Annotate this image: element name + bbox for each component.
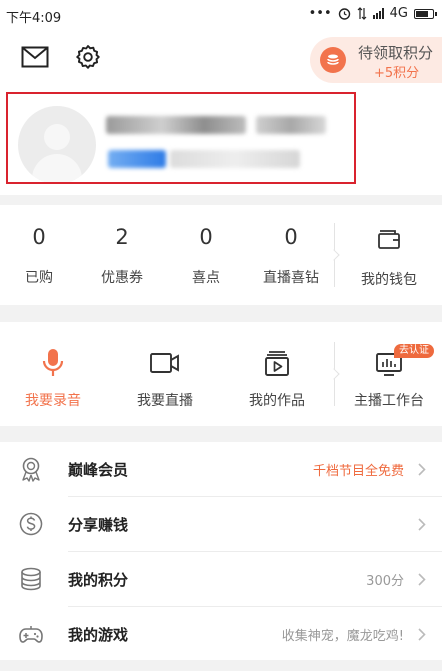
system-icons: ••• 4G	[308, 6, 437, 21]
gamepad-icon	[19, 626, 43, 643]
list-item-my-points[interactable]: 我的积分 300分	[0, 552, 442, 607]
mail-button[interactable]	[20, 42, 50, 72]
dollar-coin-icon	[19, 512, 43, 536]
alarm-icon	[338, 8, 350, 20]
stat-label: 已购	[25, 270, 53, 286]
stat-label: 优惠券	[101, 270, 143, 286]
list-item-meta: 千档节目全免费	[312, 464, 404, 479]
stat-value: 0	[32, 225, 46, 249]
list-item-meta: 收集神宠，魔龙吃鸡!	[281, 629, 404, 644]
feature-label: 我的作品	[249, 393, 305, 409]
battery-icon	[414, 8, 437, 19]
more-dots-icon: •••	[308, 6, 332, 21]
chevron-right-icon	[418, 463, 426, 476]
signal-icon	[372, 8, 384, 19]
list-item-title: 我的积分	[68, 571, 129, 589]
video-camera-icon	[150, 353, 179, 373]
stat-purchased[interactable]: 0 已购	[0, 225, 81, 287]
list-item-title: 巅峰会员	[68, 461, 129, 479]
feature-label: 我要直播	[137, 393, 193, 409]
go-live-button[interactable]: 我要直播	[112, 348, 218, 410]
pending-points-label: 待领取积分	[358, 44, 434, 62]
network-type: 4G	[389, 6, 408, 21]
stat-coupons[interactable]: 2 优惠券	[80, 225, 164, 287]
list-item-share-earn[interactable]: 分享赚钱	[0, 497, 442, 552]
microphone-icon	[42, 349, 64, 376]
pending-points-bonus: +5积分	[374, 66, 420, 81]
gear-icon	[76, 45, 100, 69]
feature-label: 主播工作台	[354, 393, 424, 409]
status-time: 下午4:09	[6, 11, 62, 26]
stats-panel: 0 已购 2 优惠券 0 喜点 0 直播喜钻 我的钱包	[0, 205, 442, 305]
stat-label: 喜点	[192, 270, 220, 286]
status-bar: 下午4:09 ••• 4G	[0, 0, 442, 30]
feature-label: 我要录音	[25, 393, 81, 409]
list-item-meta: 300分	[366, 574, 404, 589]
chevron-right-icon	[418, 628, 426, 641]
wallet-label: 我的钱包	[361, 272, 417, 288]
my-works-button[interactable]: 我的作品	[224, 348, 330, 410]
list-item-title: 我的游戏	[68, 626, 129, 644]
list-item-vip[interactable]: 巅峰会员 千档节目全免费	[0, 442, 442, 497]
points-stack-icon	[21, 567, 41, 591]
chevron-right-icon	[418, 518, 426, 531]
profile-card[interactable]	[0, 88, 442, 195]
creator-panel: 我要录音 我要直播 我的作品 主播工作台 去认证	[0, 322, 442, 426]
menu-list: 巅峰会员 千档节目全免费 分享赚钱 我的积分 300分 我的游戏 收集神宠，魔龙…	[0, 442, 442, 660]
settings-button[interactable]	[73, 42, 103, 72]
record-audio-button[interactable]: 我要录音	[0, 348, 106, 410]
stat-value: 2	[115, 225, 129, 249]
stat-value: 0	[284, 225, 298, 249]
mail-icon	[21, 46, 49, 68]
chevron-right-icon	[418, 573, 426, 586]
bottom-spacer	[0, 660, 442, 671]
list-item-title: 分享赚钱	[68, 516, 129, 534]
wallet-icon	[378, 230, 400, 249]
top-bar: 待领取积分 +5积分	[0, 30, 442, 88]
highlight-box	[6, 92, 356, 184]
play-works-icon	[265, 351, 289, 376]
coin-stack-icon	[320, 47, 346, 73]
stat-xidian[interactable]: 0 喜点	[164, 225, 248, 287]
verify-badge[interactable]: 去认证	[394, 344, 434, 358]
list-item-my-games[interactable]: 我的游戏 收集神宠，魔龙吃鸡!	[0, 607, 442, 662]
pending-points-button[interactable]: 待领取积分 +5积分	[310, 37, 442, 83]
stat-label: 直播喜钻	[263, 270, 319, 286]
data-arrows-icon	[357, 7, 367, 20]
stat-value: 0	[199, 225, 213, 249]
stat-live-diamonds[interactable]: 0 直播喜钻	[249, 225, 333, 287]
vip-medal-icon	[22, 457, 40, 482]
wallet-button[interactable]: 我的钱包	[344, 227, 434, 289]
